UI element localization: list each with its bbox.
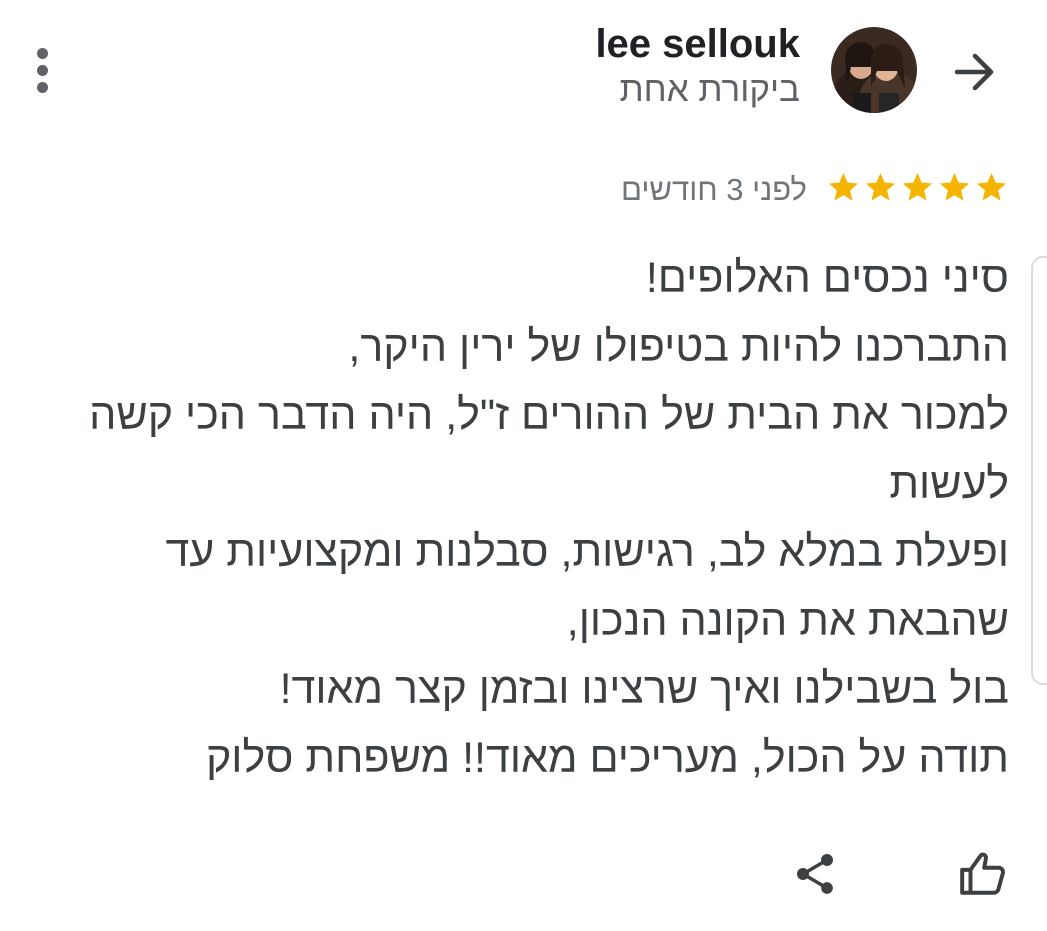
review-count: ביקורת אחת xyxy=(619,70,800,109)
arrow-right-icon xyxy=(954,53,994,91)
more-vertical-icon-dot-1 xyxy=(36,47,48,59)
avatar-photo xyxy=(831,27,917,113)
back-button[interactable] xyxy=(943,40,1007,104)
reviewer-name[interactable]: lee sellouk xyxy=(595,22,800,67)
star-icon xyxy=(976,172,1007,201)
more-vertical-icon-dot-2 xyxy=(36,64,48,76)
review-line: שהבאת את הקונה הנכון, xyxy=(566,596,1009,645)
review-text: סיני נכסים האלופים! התברכנו להיות בטיפול… xyxy=(24,244,1009,792)
more-vertical-icon-dot-3 xyxy=(36,81,48,93)
review-line: בול בשבילנו ואיך שרצינו ובזמן קצר מאוד! xyxy=(279,665,1009,713)
review-line: לעשות xyxy=(889,459,1009,508)
next-card-edge xyxy=(1031,256,1047,685)
star-icon xyxy=(902,172,933,201)
star-rating xyxy=(826,170,1009,205)
star-icon xyxy=(865,172,896,201)
more-options-button[interactable] xyxy=(22,40,62,100)
review-line: התברכנו להיות בטיפולו של ירין היקר, xyxy=(348,322,1009,371)
review-line: סיני נכסים האלופים! xyxy=(645,254,1009,302)
share-button[interactable] xyxy=(787,846,843,902)
thumb-up-outline-icon xyxy=(960,852,1005,895)
review-line: תודה על הכול, מעריכים מאוד!! משפחת סלוק xyxy=(205,733,1009,782)
review-time: לפני 3 חודשים xyxy=(620,172,807,207)
avatar[interactable] xyxy=(831,27,917,113)
star-icon xyxy=(828,172,859,201)
review-line: למכור את הבית של ההורים ז"ל, היה הדבר הכ… xyxy=(89,391,1009,439)
share-icon xyxy=(797,854,833,894)
like-button[interactable] xyxy=(955,846,1011,902)
star-icon xyxy=(939,172,970,201)
review-line: ופעלת במלא לב, רגישות, סבלנות ומקצועיות … xyxy=(165,528,1009,576)
